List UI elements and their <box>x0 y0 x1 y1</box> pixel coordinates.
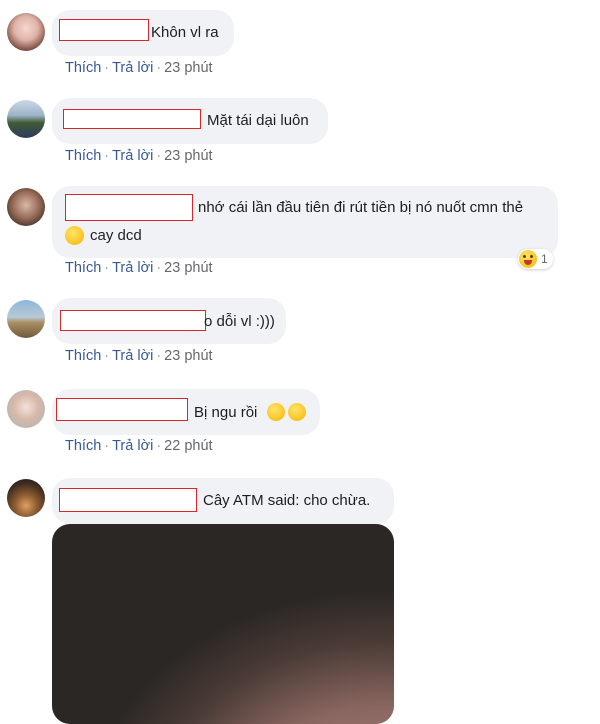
redacted-name <box>65 194 193 221</box>
comment-actions: Thích · Trả lời · 23 phút <box>65 148 213 164</box>
comment-time[interactable]: 22 phút <box>164 438 212 454</box>
like-link[interactable]: Thích <box>65 148 101 164</box>
avatar[interactable] <box>7 100 45 138</box>
comment-text: o dỗi vl :))) <box>204 313 275 330</box>
attached-photo[interactable] <box>52 524 394 724</box>
reaction-badge[interactable]: 1 <box>518 249 553 269</box>
comment-bubble: o dỗi vl :))) <box>52 298 286 344</box>
comment-bubble: Mặt tái dại luôn <box>52 98 328 144</box>
redacted-name <box>63 109 201 129</box>
comment-text-line-1: nhớ cái lần đầu tiên đi rút tiền bị nó n… <box>198 199 524 216</box>
comment-text: Cây ATM said: cho chừa. <box>203 492 371 509</box>
redacted-name <box>59 19 149 41</box>
like-link[interactable]: Thích <box>65 60 101 76</box>
comment-bubble: Khôn vl ra <box>52 10 234 56</box>
rofl-emoji-icon <box>267 403 285 421</box>
reply-link[interactable]: Trả lời <box>112 438 153 454</box>
like-link[interactable]: Thích <box>65 260 101 276</box>
haha-reaction-icon <box>519 250 537 268</box>
comment-text-line-2: cay dcd <box>90 227 142 244</box>
avatar[interactable] <box>7 479 45 517</box>
reply-link[interactable]: Trả lời <box>112 348 153 364</box>
comment-bubble: nhớ cái lần đầu tiên đi rút tiền bị nó n… <box>52 186 558 258</box>
comment-time[interactable]: 23 phút <box>164 148 212 164</box>
comment-text: Khôn vl ra <box>151 24 219 41</box>
avatar[interactable] <box>7 188 45 226</box>
redacted-name <box>59 488 197 512</box>
comment-text: Mặt tái dại luôn <box>207 112 309 129</box>
reply-link[interactable]: Trả lời <box>112 260 153 276</box>
redacted-name <box>60 310 206 331</box>
separator: · <box>156 438 162 454</box>
avatar[interactable] <box>7 300 45 338</box>
separator: · <box>104 148 110 164</box>
comment-actions: Thích · Trả lời · 23 phút <box>65 260 213 276</box>
comment-text: Bị ngu rồi <box>194 404 258 421</box>
separator: · <box>104 438 110 454</box>
separator: · <box>104 60 110 76</box>
separator: · <box>104 260 110 276</box>
separator: · <box>156 260 162 276</box>
sleepy-moon-emoji-icon <box>65 226 84 245</box>
reply-link[interactable]: Trả lời <box>112 60 153 76</box>
separator: · <box>156 148 162 164</box>
comment-bubble: Bị ngu rồi <box>52 389 320 435</box>
avatar[interactable] <box>7 390 45 428</box>
rofl-emoji-icon <box>288 403 306 421</box>
comment-actions: Thích · Trả lời · 23 phút <box>65 60 213 76</box>
like-link[interactable]: Thích <box>65 438 101 454</box>
comment-actions: Thích · Trả lời · 23 phút <box>65 348 213 364</box>
reply-link[interactable]: Trả lời <box>112 148 153 164</box>
redacted-name <box>56 398 188 421</box>
comment-time[interactable]: 23 phút <box>164 348 212 364</box>
comment-bubble: Cây ATM said: cho chừa. <box>52 478 394 524</box>
comment-time[interactable]: 23 phút <box>164 60 212 76</box>
separator: · <box>156 348 162 364</box>
comment-actions: Thích · Trả lời · 22 phút <box>65 438 213 454</box>
avatar[interactable] <box>7 13 45 51</box>
separator: · <box>104 348 110 364</box>
reaction-count: 1 <box>541 252 548 266</box>
like-link[interactable]: Thích <box>65 348 101 364</box>
separator: · <box>156 60 162 76</box>
comment-time[interactable]: 23 phút <box>164 260 212 276</box>
